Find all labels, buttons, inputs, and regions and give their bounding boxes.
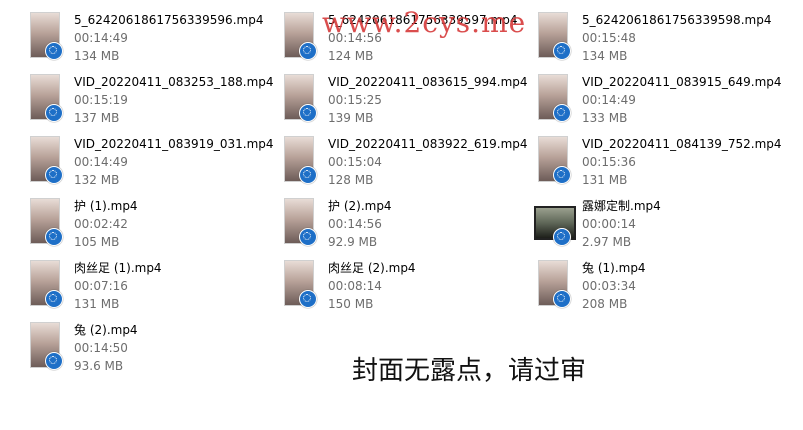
media-player-icon	[553, 290, 571, 308]
file-duration: 00:14:49	[582, 93, 636, 107]
file-name: 护 (2).mp4	[328, 199, 392, 213]
file-duration: 00:15:48	[582, 31, 636, 45]
file-item[interactable]: VID_20220411_084139_752.mp4 00:15:36 131…	[538, 136, 783, 192]
file-item[interactable]: 兔 (1).mp4 00:03:34 208 MB	[538, 260, 783, 316]
watermark-text: www.2cys.me	[322, 6, 527, 39]
file-duration: 00:15:19	[74, 93, 128, 107]
file-item[interactable]: 肉丝足 (2).mp4 00:08:14 150 MB	[284, 260, 529, 316]
file-item[interactable]: 兔 (2).mp4 00:14:50 93.6 MB	[30, 322, 275, 378]
media-player-icon	[299, 104, 317, 122]
file-item[interactable]: 5_6242061861756339596.mp4 00:14:49 134 M…	[30, 12, 275, 68]
file-duration: 00:15:25	[328, 93, 382, 107]
notice-text: 封面无露点，请过审	[352, 356, 587, 386]
file-name: VID_20220411_083615_994.mp4	[328, 75, 528, 89]
file-size: 133 MB	[582, 111, 628, 125]
media-player-icon	[553, 42, 571, 60]
file-item[interactable]: VID_20220411_083915_649.mp4 00:14:49 133…	[538, 74, 783, 130]
file-duration: 00:14:49	[74, 155, 128, 169]
file-name: VID_20220411_083915_649.mp4	[582, 75, 782, 89]
file-duration: 00:14:50	[74, 341, 128, 355]
media-player-icon	[45, 228, 63, 246]
file-name: 露娜定制.mp4	[582, 199, 661, 213]
file-name: 兔 (1).mp4	[582, 261, 646, 275]
file-item[interactable]: 护 (2).mp4 00:14:56 92.9 MB	[284, 198, 529, 254]
media-player-icon	[45, 42, 63, 60]
file-size: 124 MB	[328, 49, 374, 63]
media-player-icon	[553, 228, 571, 246]
media-player-icon	[45, 104, 63, 122]
file-name: VID_20220411_083253_188.mp4	[74, 75, 274, 89]
media-player-icon	[553, 166, 571, 184]
file-item[interactable]: 肉丝足 (1).mp4 00:07:16 131 MB	[30, 260, 275, 316]
file-item[interactable]: 5_6242061861756339598.mp4 00:15:48 134 M…	[538, 12, 783, 68]
file-name: 兔 (2).mp4	[74, 323, 138, 337]
file-size: 2.97 MB	[582, 235, 632, 249]
file-name: 5_6242061861756339596.mp4	[74, 13, 264, 27]
file-name: VID_20220411_083922_619.mp4	[328, 137, 528, 151]
media-player-icon	[299, 228, 317, 246]
file-size: 139 MB	[328, 111, 374, 125]
file-size: 132 MB	[74, 173, 120, 187]
file-duration: 00:08:14	[328, 279, 382, 293]
file-duration: 00:14:49	[74, 31, 128, 45]
file-size: 150 MB	[328, 297, 374, 311]
media-player-icon	[299, 42, 317, 60]
media-player-icon	[45, 352, 63, 370]
file-item[interactable]: 露娜定制.mp4 00:00:14 2.97 MB	[534, 198, 783, 254]
file-size: 134 MB	[74, 49, 120, 63]
file-item[interactable]: 护 (1).mp4 00:02:42 105 MB	[30, 198, 275, 254]
file-size: 92.9 MB	[328, 235, 378, 249]
file-size: 105 MB	[74, 235, 120, 249]
file-item[interactable]: VID_20220411_083615_994.mp4 00:15:25 139…	[284, 74, 529, 130]
file-size: 128 MB	[328, 173, 374, 187]
file-item[interactable]: VID_20220411_083253_188.mp4 00:15:19 137…	[30, 74, 275, 130]
file-name: VID_20220411_083919_031.mp4	[74, 137, 274, 151]
file-item[interactable]: VID_20220411_083922_619.mp4 00:15:04 128…	[284, 136, 529, 192]
media-player-icon	[45, 290, 63, 308]
media-player-icon	[299, 166, 317, 184]
file-size: 93.6 MB	[74, 359, 124, 373]
file-item[interactable]: VID_20220411_083919_031.mp4 00:14:49 132…	[30, 136, 275, 192]
file-duration: 00:15:04	[328, 155, 382, 169]
file-size: 134 MB	[582, 49, 628, 63]
file-duration: 00:07:16	[74, 279, 128, 293]
file-name: 肉丝足 (2).mp4	[328, 261, 416, 275]
file-duration: 00:02:42	[74, 217, 128, 231]
file-size: 137 MB	[74, 111, 120, 125]
file-size: 208 MB	[582, 297, 628, 311]
file-size: 131 MB	[582, 173, 628, 187]
file-size: 131 MB	[74, 297, 120, 311]
media-player-icon	[299, 290, 317, 308]
file-duration: 00:15:36	[582, 155, 636, 169]
file-name: 5_6242061861756339598.mp4	[582, 13, 772, 27]
file-duration: 00:00:14	[582, 217, 636, 231]
file-name: 护 (1).mp4	[74, 199, 138, 213]
file-duration: 00:03:34	[582, 279, 636, 293]
media-player-icon	[45, 166, 63, 184]
file-name: VID_20220411_084139_752.mp4	[582, 137, 782, 151]
media-player-icon	[553, 104, 571, 122]
file-duration: 00:14:56	[328, 217, 382, 231]
file-name: 肉丝足 (1).mp4	[74, 261, 162, 275]
